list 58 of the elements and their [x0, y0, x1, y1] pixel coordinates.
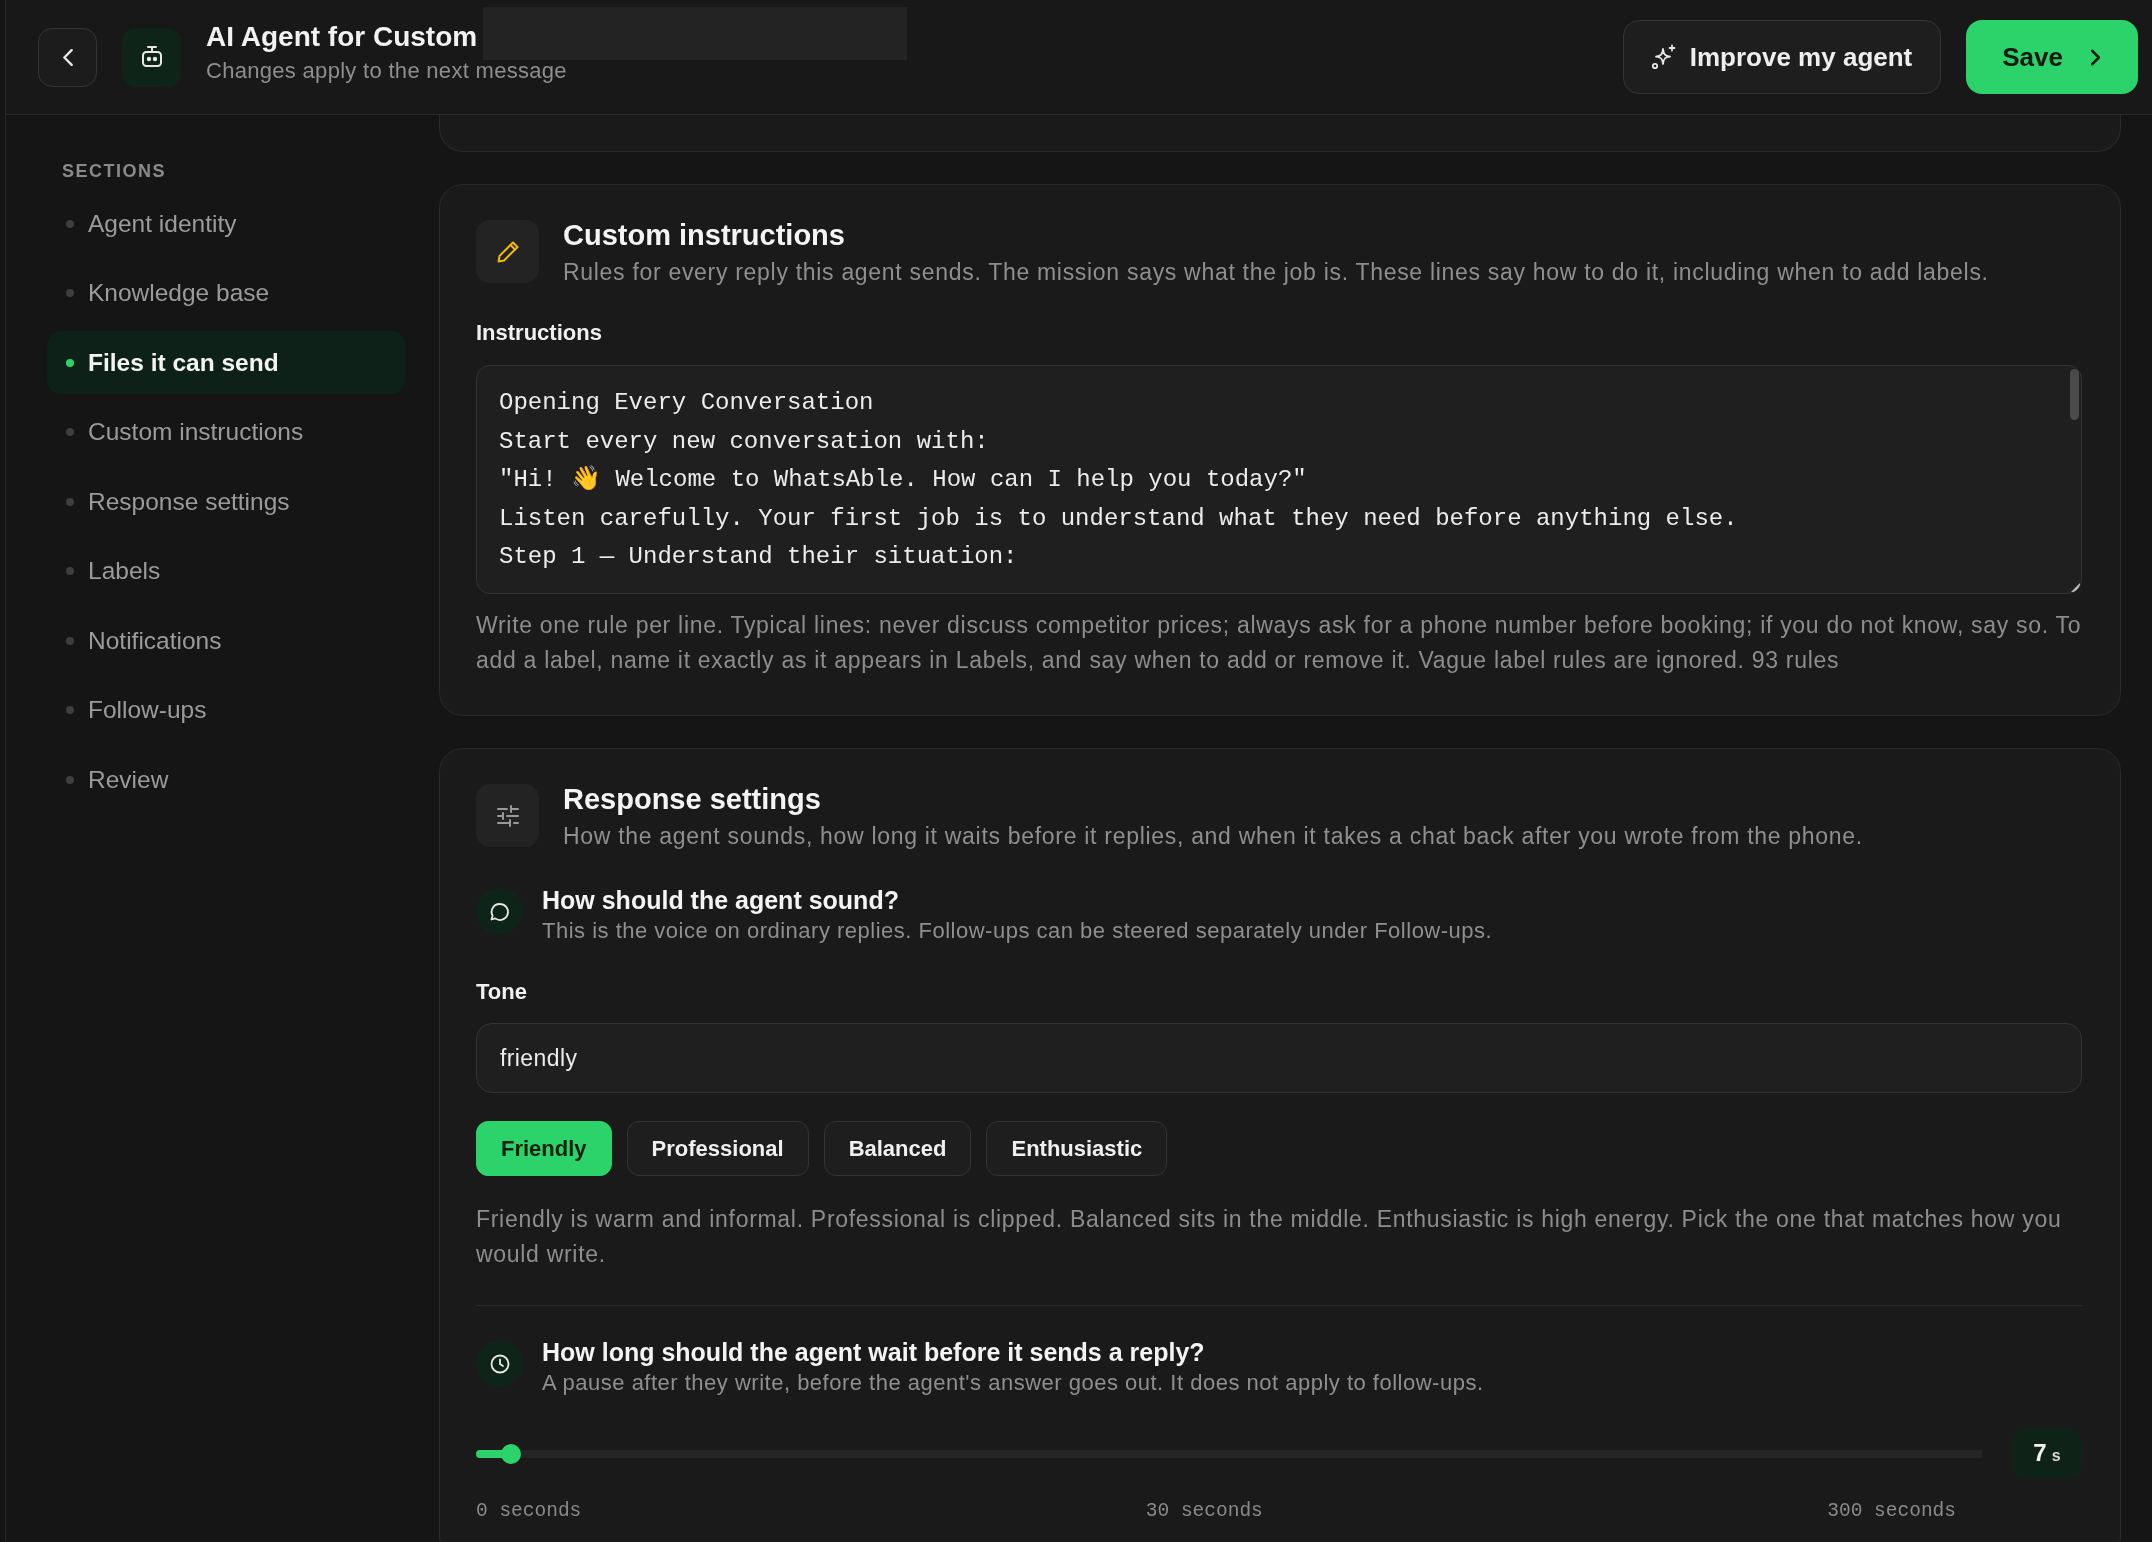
- tick-label: 0 seconds: [476, 1499, 582, 1523]
- tick-label: 300 seconds: [1827, 1499, 1956, 1523]
- sidebar-item[interactable]: Review: [47, 748, 405, 811]
- sidebar-item[interactable]: Files it can send: [47, 331, 405, 394]
- tone-option[interactable]: Balanced: [823, 1121, 972, 1176]
- sidebar-item[interactable]: Labels: [47, 539, 405, 603]
- tone-input[interactable]: friendly: [476, 1023, 2082, 1093]
- bullet-icon: [66, 567, 74, 575]
- back-button[interactable]: [38, 27, 97, 87]
- tone-option[interactable]: Enthusiastic: [986, 1121, 1168, 1176]
- pencil-icon: [476, 220, 539, 283]
- instructions-textarea[interactable]: Opening Every Conversation Start every new conversation with: "Hi! 👋 Welcome to WhatsAble. How can I help you today?" Listen carefully. Your first job is to understand what they need before anything else. Step 1 — Understand their situation:: [476, 365, 2082, 594]
- question-description: A pause after they write, before the agent's answer goes out. It does not apply to follow-ups.: [542, 1369, 1484, 1397]
- tone-help-text: Friendly is warm and informal. Professional is clipped. Balanced sits in the middle. Enthusiastic is high energy. Pick the one that matches how you would write.: [476, 1205, 2063, 1269]
- question-description: This is the voice on ordinary replies. Follow-ups can be steered separately under Follow-ups.: [542, 917, 1493, 945]
- improve-agent-button[interactable]: Improve my agent: [1622, 20, 1942, 94]
- chevron-left-icon: [62, 48, 73, 66]
- bullet-icon: [66, 358, 74, 367]
- resize-handle-icon[interactable]: [2071, 583, 2080, 592]
- sidebar-item[interactable]: Custom instructions: [47, 400, 405, 464]
- bullet-icon: [66, 219, 74, 228]
- section-title: Response settings: [563, 782, 822, 817]
- sidebar-item[interactable]: Response settings: [47, 470, 405, 533]
- agent-subtitle: Changes apply to the next message: [206, 57, 567, 85]
- section-subtitle: Rules for every reply this agent sends. The mission says what the job is. These lines say how to do it, including when to add labels.: [563, 258, 1989, 287]
- bullet-icon: [66, 497, 74, 506]
- bullet-icon: [66, 775, 74, 784]
- slider-thumb[interactable]: [500, 1443, 521, 1464]
- agent-title: AI Agent for Custom: [206, 20, 479, 54]
- bullet-icon: [66, 706, 74, 714]
- tone-option[interactable]: Professional: [626, 1121, 809, 1176]
- bullet-icon: [66, 428, 74, 436]
- tick-label: 30 seconds: [1145, 1499, 1263, 1523]
- sidebar-heading: SECTIONS: [61, 160, 167, 182]
- save-button[interactable]: Save: [1966, 20, 2138, 94]
- readout-number: 7: [2033, 1440, 2047, 1466]
- sidebar-item[interactable]: Knowledge base: [47, 261, 405, 325]
- tone-option[interactable]: Friendly: [476, 1121, 612, 1176]
- sidebar-item[interactable]: Follow-ups: [47, 678, 405, 742]
- sliders-icon: [476, 784, 539, 847]
- scrollbar-thumb[interactable]: [2070, 369, 2079, 420]
- field-label: Tone: [476, 979, 528, 1005]
- readout-unit: s: [2051, 1446, 2061, 1466]
- bullet-icon: [66, 289, 74, 297]
- sidebar-item[interactable]: Notifications: [47, 609, 405, 672]
- chat-bubble-icon: [476, 888, 523, 935]
- sparkle-icon: [1650, 44, 1677, 70]
- field-label: Instructions: [476, 320, 603, 346]
- robot-icon: [122, 27, 181, 87]
- clock-icon: [476, 1340, 523, 1387]
- instructions-help-text: Write one rule per line. Typical lines: never discuss competitor prices; always ask for a phone number before booking; if you do not know, say so. To add a label, name it exactly as it appears in Labels, and say when to add or remove it. Vague label rules are ignored. 93 rules: [476, 611, 2082, 675]
- question-title: How long should the agent wait before it sends a reply?: [542, 1337, 1206, 1367]
- bullet-icon: [66, 636, 74, 645]
- section-subtitle: How the agent sounds, how long it waits before it replies, and when it takes a chat back after you wrote from the phone.: [563, 822, 1863, 851]
- question-title: How should the agent sound?: [542, 885, 900, 915]
- sidebar-item[interactable]: Agent identity: [47, 192, 405, 255]
- chevron-right-icon: [2091, 48, 2100, 66]
- section-title: Custom instructions: [563, 218, 846, 253]
